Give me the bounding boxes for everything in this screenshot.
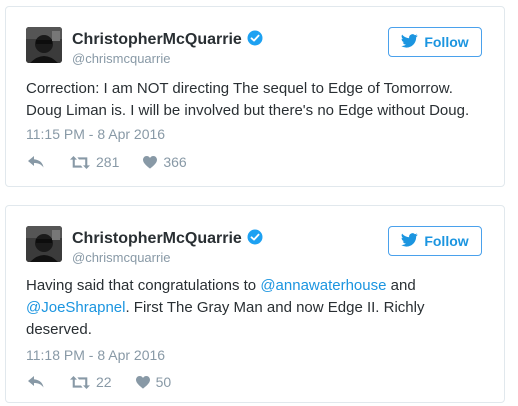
user-handle[interactable]: @chrismcquarrie (72, 250, 170, 266)
display-name[interactable]: ChristopherMcQuarrie (72, 229, 263, 248)
tweet-text-line: Doug Liman is. I will be involved but th… (26, 102, 470, 119)
like-count: 366 (163, 154, 187, 170)
reply-icon (28, 156, 44, 168)
tweet-text-line: deserved. (26, 321, 92, 338)
like-count: 50 (155, 374, 172, 390)
avatar[interactable] (26, 226, 62, 262)
tweet-card: ChristopherMcQuarrie @chrismcquarrie Fol… (5, 205, 505, 403)
tweet-text-line: Having said that congratulations to @ann… (26, 277, 416, 294)
tweet-text-line: @JoeShrapnel. First The Gray Man and now… (26, 299, 425, 316)
mention-link[interactable]: @annawaterhouse (260, 277, 386, 294)
heart-icon (143, 155, 163, 169)
tweet-timestamp[interactable]: 11:15 PM - 8 Apr 2016 (26, 126, 165, 142)
retweet-icon (70, 375, 96, 389)
tweet-text: Having said that congratulations to @ann… (26, 275, 496, 341)
retweet-icon (70, 155, 96, 169)
display-name[interactable]: ChristopherMcQuarrie (72, 30, 263, 49)
like-button[interactable]: 50 (135, 374, 172, 390)
retweet-button[interactable]: 22 (70, 374, 112, 390)
verified-badge-icon (247, 229, 263, 245)
tweet-timestamp[interactable]: 11:18 PM - 8 Apr 2016 (26, 347, 165, 363)
retweet-count: 281 (96, 154, 120, 170)
twitter-bird-icon (401, 232, 424, 250)
follow-button[interactable]: Follow (388, 27, 482, 57)
avatar[interactable] (26, 27, 62, 63)
like-button[interactable]: 366 (143, 154, 187, 170)
tweet-actions: 281 366 (28, 154, 187, 170)
tweet-text-line: Correction: I am NOT directing The seque… (26, 80, 453, 97)
mention-link[interactable]: @JoeShrapnel (26, 299, 125, 316)
twitter-bird-icon (401, 33, 424, 51)
follow-button[interactable]: Follow (388, 226, 482, 256)
reply-icon (28, 376, 44, 388)
tweet-text: Correction: I am NOT directing The seque… (26, 78, 496, 122)
follow-label: Follow (424, 233, 469, 249)
reply-button[interactable] (28, 376, 44, 388)
user-handle[interactable]: @chrismcquarrie (72, 51, 170, 67)
retweet-button[interactable]: 281 (70, 154, 119, 170)
verified-badge-icon (247, 30, 263, 46)
retweet-count: 22 (96, 374, 112, 390)
heart-icon (135, 375, 156, 389)
follow-label: Follow (424, 34, 469, 50)
tweet-actions: 22 50 (28, 374, 171, 390)
reply-button[interactable] (28, 156, 44, 168)
tweet-card: ChristopherMcQuarrie @chrismcquarrie Fol… (5, 6, 505, 187)
